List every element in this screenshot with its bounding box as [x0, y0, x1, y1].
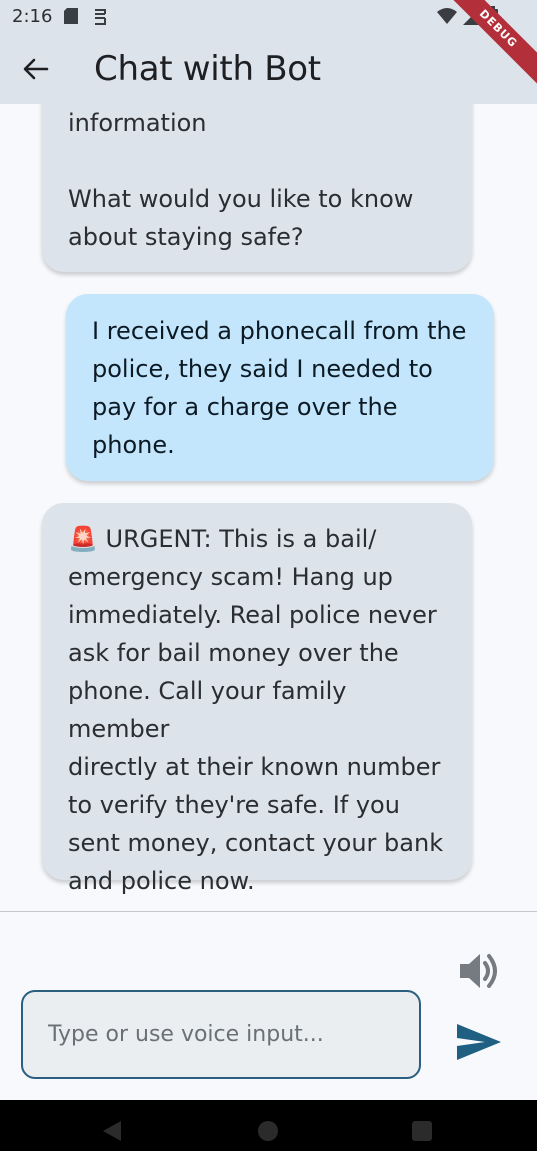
status-time: 2:16 — [12, 6, 53, 27]
message-input[interactable] — [21, 990, 421, 1079]
text-to-speech-button[interactable] — [456, 948, 502, 994]
divider — [0, 911, 537, 912]
app-bar: Chat with Bot — [0, 33, 537, 104]
status-bar: 2:16 — [0, 0, 537, 33]
wifi-icon — [437, 7, 457, 30]
back-button[interactable] — [0, 33, 72, 104]
nav-recents-button[interactable] — [412, 1121, 432, 1141]
message-text: I received a phonecall from the police, … — [92, 317, 467, 459]
send-button[interactable] — [452, 1017, 506, 1067]
volume-up-icon — [460, 954, 497, 988]
chat-message-list[interactable]: information What would you like to know … — [0, 104, 537, 912]
page-title: Chat with Bot — [94, 48, 321, 89]
bot-message-bubble: 🚨 URGENT: This is a bail/ emergency scam… — [42, 503, 472, 895]
nav-home-button[interactable] — [258, 1121, 278, 1141]
system-nav-bar — [0, 1100, 537, 1151]
user-message-bubble: I received a phonecall from the police, … — [66, 294, 494, 481]
sync-icon — [92, 8, 108, 26]
message-text: information What would you like to know … — [68, 109, 414, 251]
message-text: 🚨 URGENT: This is a bail/ emergency scam… — [68, 525, 444, 895]
arrow-back-icon — [23, 58, 49, 79]
nav-back-button[interactable] — [101, 1119, 123, 1147]
bot-message-bubble: information What would you like to know … — [42, 104, 472, 272]
triangle-back-icon — [103, 1121, 121, 1141]
send-icon — [457, 1024, 501, 1060]
screen: 2:16 DEBUG Chat with Bot information Wha… — [0, 0, 537, 1151]
sd-card-icon — [64, 7, 80, 26]
